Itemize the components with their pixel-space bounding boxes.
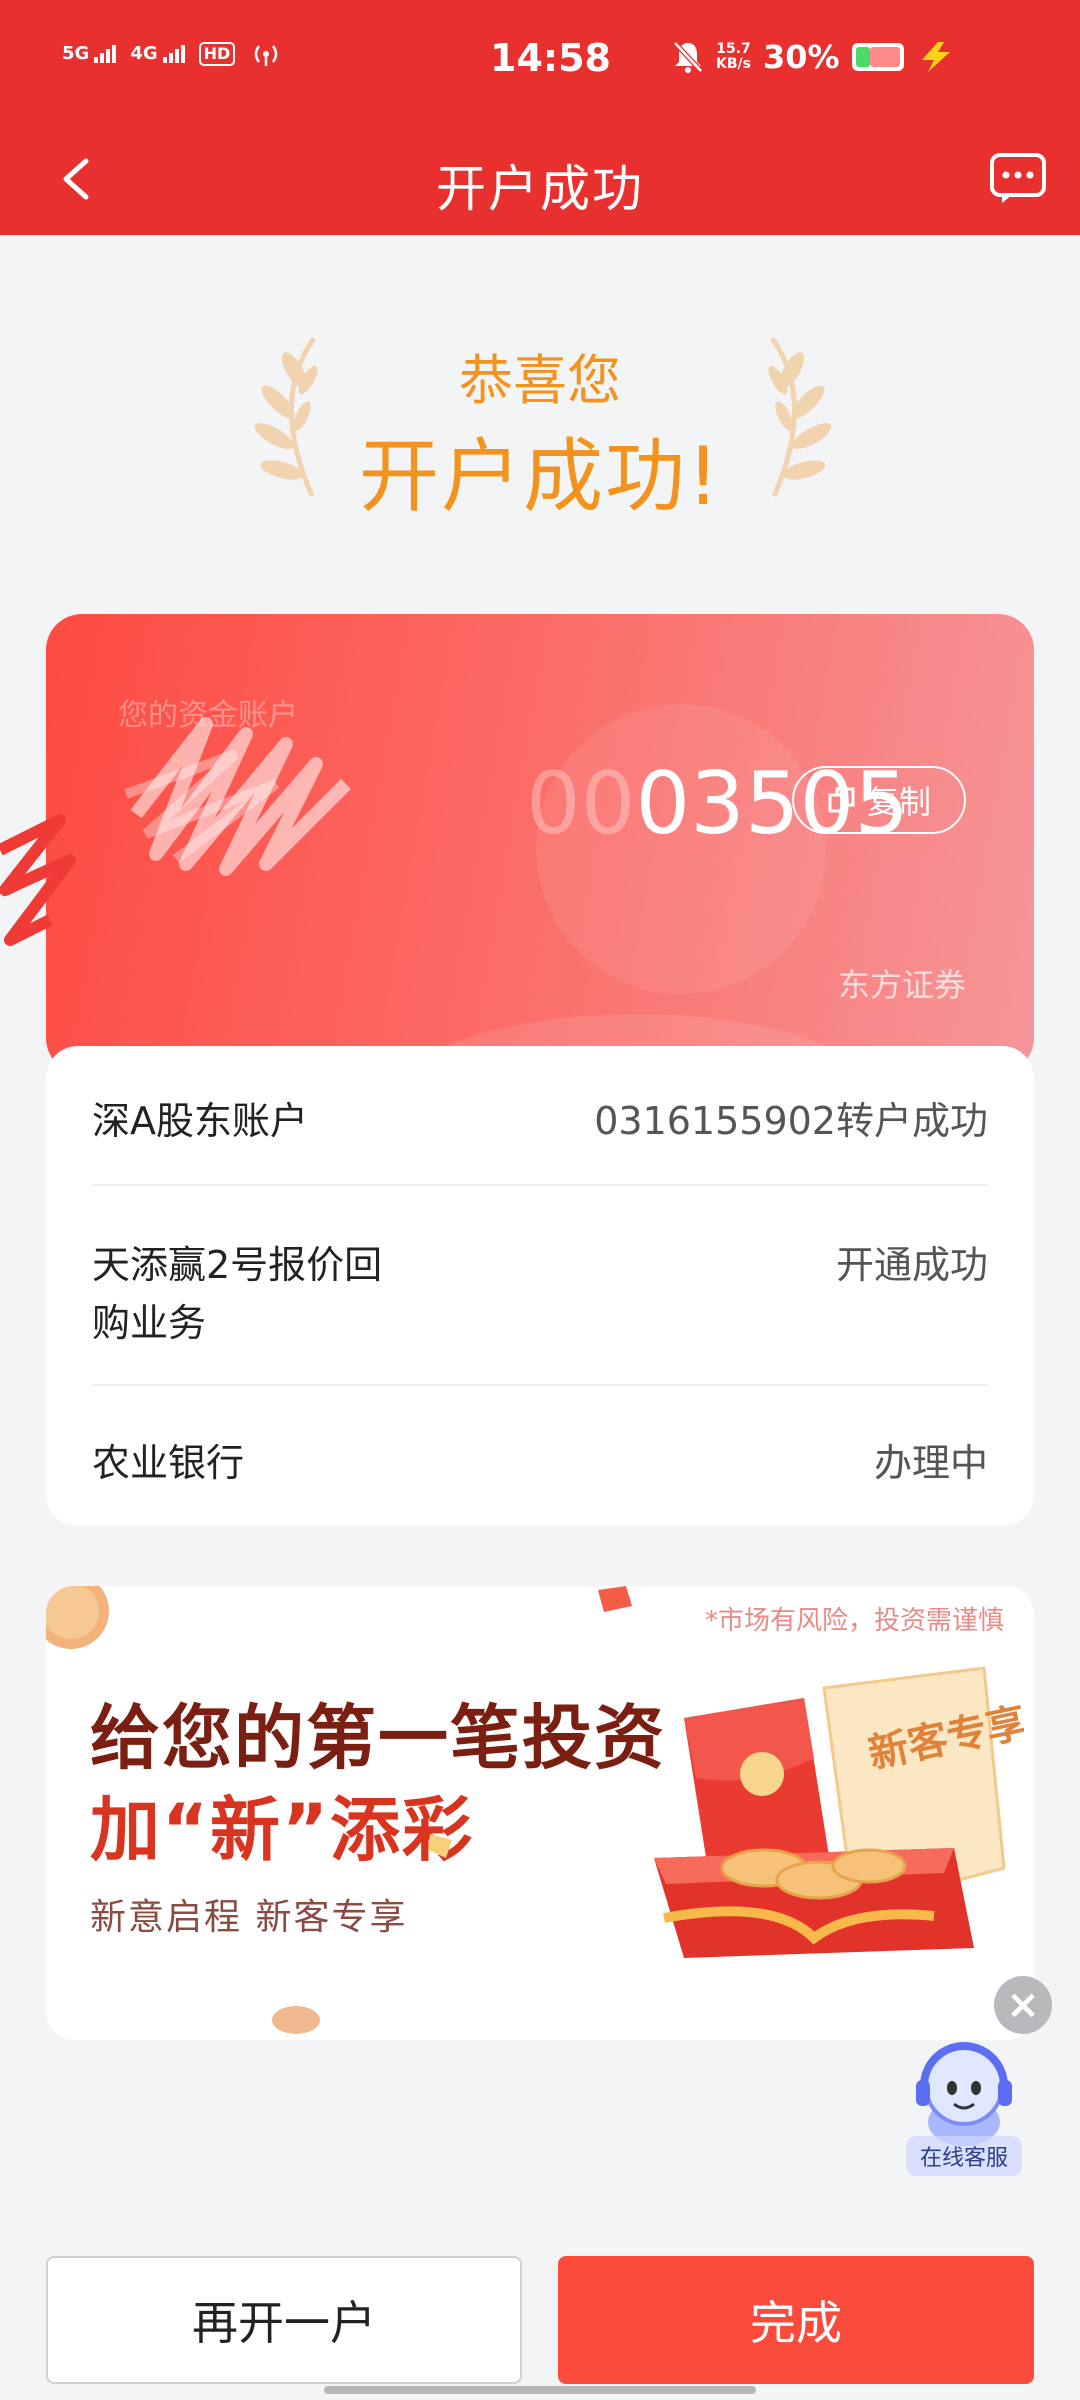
speed-unit: KB/s [716, 56, 751, 72]
congrats-text: 恭喜您 [459, 349, 621, 412]
info-label: 农业银行 [92, 1441, 245, 1485]
speed-value: 15.7 [716, 41, 751, 57]
network-label-5g: 5G [62, 43, 90, 64]
home-indicator[interactable] [324, 2386, 756, 2394]
robot-agent-icon [916, 2042, 1012, 2146]
confetti-icon [598, 1586, 632, 1612]
battery-percent: 30% [762, 38, 840, 76]
battery-icon [851, 43, 904, 71]
banner-title-line2: 加“新”添彩 [90, 1789, 475, 1871]
laurel-right-icon [768, 336, 832, 498]
copy-icon [828, 787, 855, 813]
network-label-4g: 4G [130, 43, 158, 64]
broker-name: 东方证券 [837, 966, 966, 1004]
copy-label: 复制 [866, 783, 931, 821]
copy-button[interactable]: 复制 [792, 766, 966, 834]
service-label: 在线客服 [906, 2136, 1022, 2176]
open-another-account-button[interactable]: 再开一户 [46, 2256, 522, 2384]
status-right: 15.7 KB/s 30% [672, 38, 956, 76]
info-row-bank: 农业银行 办理中 [92, 1432, 988, 1487]
signal-5g-icon: 5G [62, 43, 117, 64]
info-value: 开通成功 [835, 1243, 988, 1287]
charging-bolt-icon [921, 42, 950, 72]
banner-subtitle: 新意启程 新客专享 [90, 1897, 408, 1938]
promo-banner[interactable]: *市场有风险，投资需谨慎 给您的第一笔投资 加“新”添彩 新意启程 新客专享 新… [46, 1586, 1034, 2040]
status-bar: 5G 4G HD 14:58 15.7 KB/s 30% [0, 0, 1080, 123]
done-button[interactable]: 完成 [558, 2256, 1034, 2384]
coin-decoration-icon [272, 2006, 320, 2034]
page-title: 开户成功 [436, 160, 644, 218]
account-info-panel: 深A股东账户 0316155902转户成功 天添赢2号报价回 购业务 开通成功 … [46, 1046, 1034, 1526]
account-number-masked: 00 [526, 754, 636, 854]
online-service-button[interactable]: 在线客服 [906, 2030, 1022, 2180]
info-label-line2: 购业务 [92, 1301, 207, 1345]
success-hero: 恭喜您 开户成功! [0, 300, 1080, 530]
clock: 14:58 [490, 36, 611, 80]
info-value: 办理中 [873, 1441, 988, 1485]
close-float-button[interactable]: × [994, 1976, 1052, 2034]
info-row-repo-business: 天添赢2号报价回 购业务 开通成功 [92, 1236, 988, 1352]
red-envelope-icon: 新客专享 [654, 1666, 1024, 1958]
signal-4g-icon: 4G [130, 43, 185, 64]
mute-bell-icon [673, 41, 703, 73]
redaction-scribble [124, 717, 351, 876]
account-card: 您的资金账户 0003505 复制 东方证券 [46, 614, 1034, 1074]
banner-title-line1: 给您的第一笔投资 [90, 1697, 666, 1779]
network-speed: 15.7 KB/s [716, 42, 751, 72]
risk-warning: *市场有风险，投资需谨慎 [704, 1606, 1004, 1636]
divider [92, 1184, 988, 1186]
info-label: 深A股东账户 [92, 1099, 308, 1143]
info-row-sz-shareholder: 深A股东账户 0316155902转户成功 [92, 1090, 988, 1145]
success-heading: 开户成功! [358, 430, 722, 523]
redaction-scribble-edge [0, 814, 76, 946]
status-left: 5G 4G HD [62, 40, 283, 68]
hotspot-icon [255, 45, 278, 66]
confetti-icon [428, 1834, 452, 1858]
nav-bar: 开户成功 [0, 123, 1080, 235]
info-value: 0316155902转户成功 [594, 1099, 988, 1143]
hd-voice-icon: HD [198, 42, 236, 66]
coin-decoration-icon [46, 1586, 109, 1649]
message-icon[interactable] [988, 147, 1048, 207]
divider [92, 1384, 988, 1386]
